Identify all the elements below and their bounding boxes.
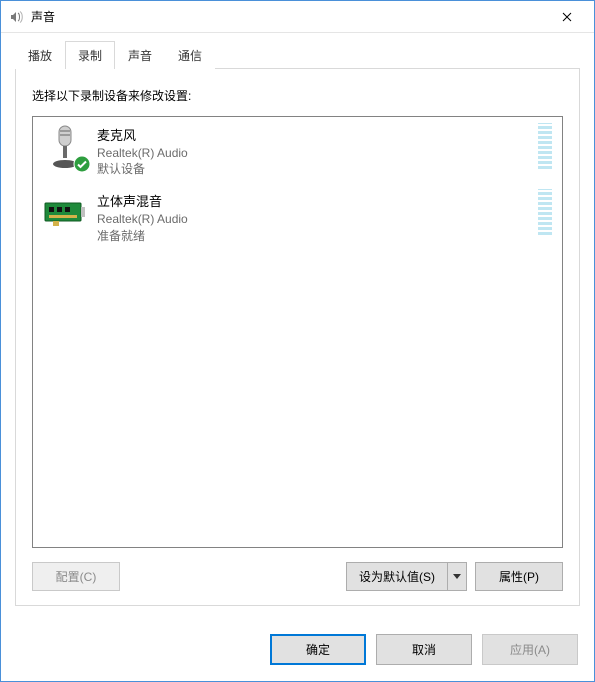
set-default-button[interactable]: 设为默认值(S) bbox=[346, 562, 447, 591]
level-meter bbox=[538, 123, 552, 169]
device-row[interactable]: 立体声混音 Realtek(R) Audio 准备就绪 bbox=[33, 183, 562, 249]
apply-button: 应用(A) bbox=[482, 634, 578, 665]
check-badge-icon bbox=[73, 155, 91, 173]
titlebar: 声音 bbox=[1, 1, 594, 33]
device-info: 立体声混音 Realtek(R) Audio 准备就绪 bbox=[97, 189, 530, 243]
device-info: 麦克风 Realtek(R) Audio 默认设备 bbox=[97, 123, 530, 177]
dialog-content: 播放 录制 声音 通信 选择以下录制设备来修改设置: bbox=[1, 33, 594, 620]
close-button[interactable] bbox=[544, 2, 590, 32]
volume-icon bbox=[9, 9, 25, 25]
device-status: 准备就绪 bbox=[97, 228, 530, 244]
window-title: 声音 bbox=[31, 8, 544, 25]
set-default-split-button: 设为默认值(S) bbox=[346, 562, 467, 591]
tab-playback[interactable]: 播放 bbox=[15, 41, 65, 69]
device-driver: Realtek(R) Audio bbox=[97, 145, 530, 161]
close-icon bbox=[562, 12, 572, 22]
configure-button: 配置(C) bbox=[32, 562, 120, 591]
instruction-text: 选择以下录制设备来修改设置: bbox=[32, 87, 563, 104]
tab-strip: 播放 录制 声音 通信 bbox=[15, 41, 580, 69]
set-default-dropdown[interactable] bbox=[447, 562, 467, 591]
device-list[interactable]: 麦克风 Realtek(R) Audio 默认设备 bbox=[32, 116, 563, 548]
device-status: 默认设备 bbox=[97, 161, 530, 177]
sound-dialog: 声音 播放 录制 声音 通信 选择以下录制设备来修改设置: bbox=[0, 0, 595, 682]
tab-sounds[interactable]: 声音 bbox=[115, 41, 165, 69]
soundcard-icon bbox=[41, 189, 89, 237]
chevron-down-icon bbox=[453, 574, 461, 579]
tab-recording[interactable]: 录制 bbox=[65, 41, 115, 69]
panel-actions: 配置(C) 设为默认值(S) 属性(P) bbox=[32, 562, 563, 591]
device-driver: Realtek(R) Audio bbox=[97, 211, 530, 227]
ok-button[interactable]: 确定 bbox=[270, 634, 366, 665]
tab-comm[interactable]: 通信 bbox=[165, 41, 215, 69]
device-row[interactable]: 麦克风 Realtek(R) Audio 默认设备 bbox=[33, 117, 562, 183]
device-name: 麦克风 bbox=[97, 125, 530, 144]
microphone-icon bbox=[41, 123, 89, 171]
properties-button[interactable]: 属性(P) bbox=[475, 562, 563, 591]
device-name: 立体声混音 bbox=[97, 191, 530, 210]
tab-panel: 选择以下录制设备来修改设置: bbox=[15, 68, 580, 606]
cancel-button[interactable]: 取消 bbox=[376, 634, 472, 665]
level-meter bbox=[538, 189, 552, 235]
dialog-actions: 确定 取消 应用(A) bbox=[1, 620, 594, 681]
